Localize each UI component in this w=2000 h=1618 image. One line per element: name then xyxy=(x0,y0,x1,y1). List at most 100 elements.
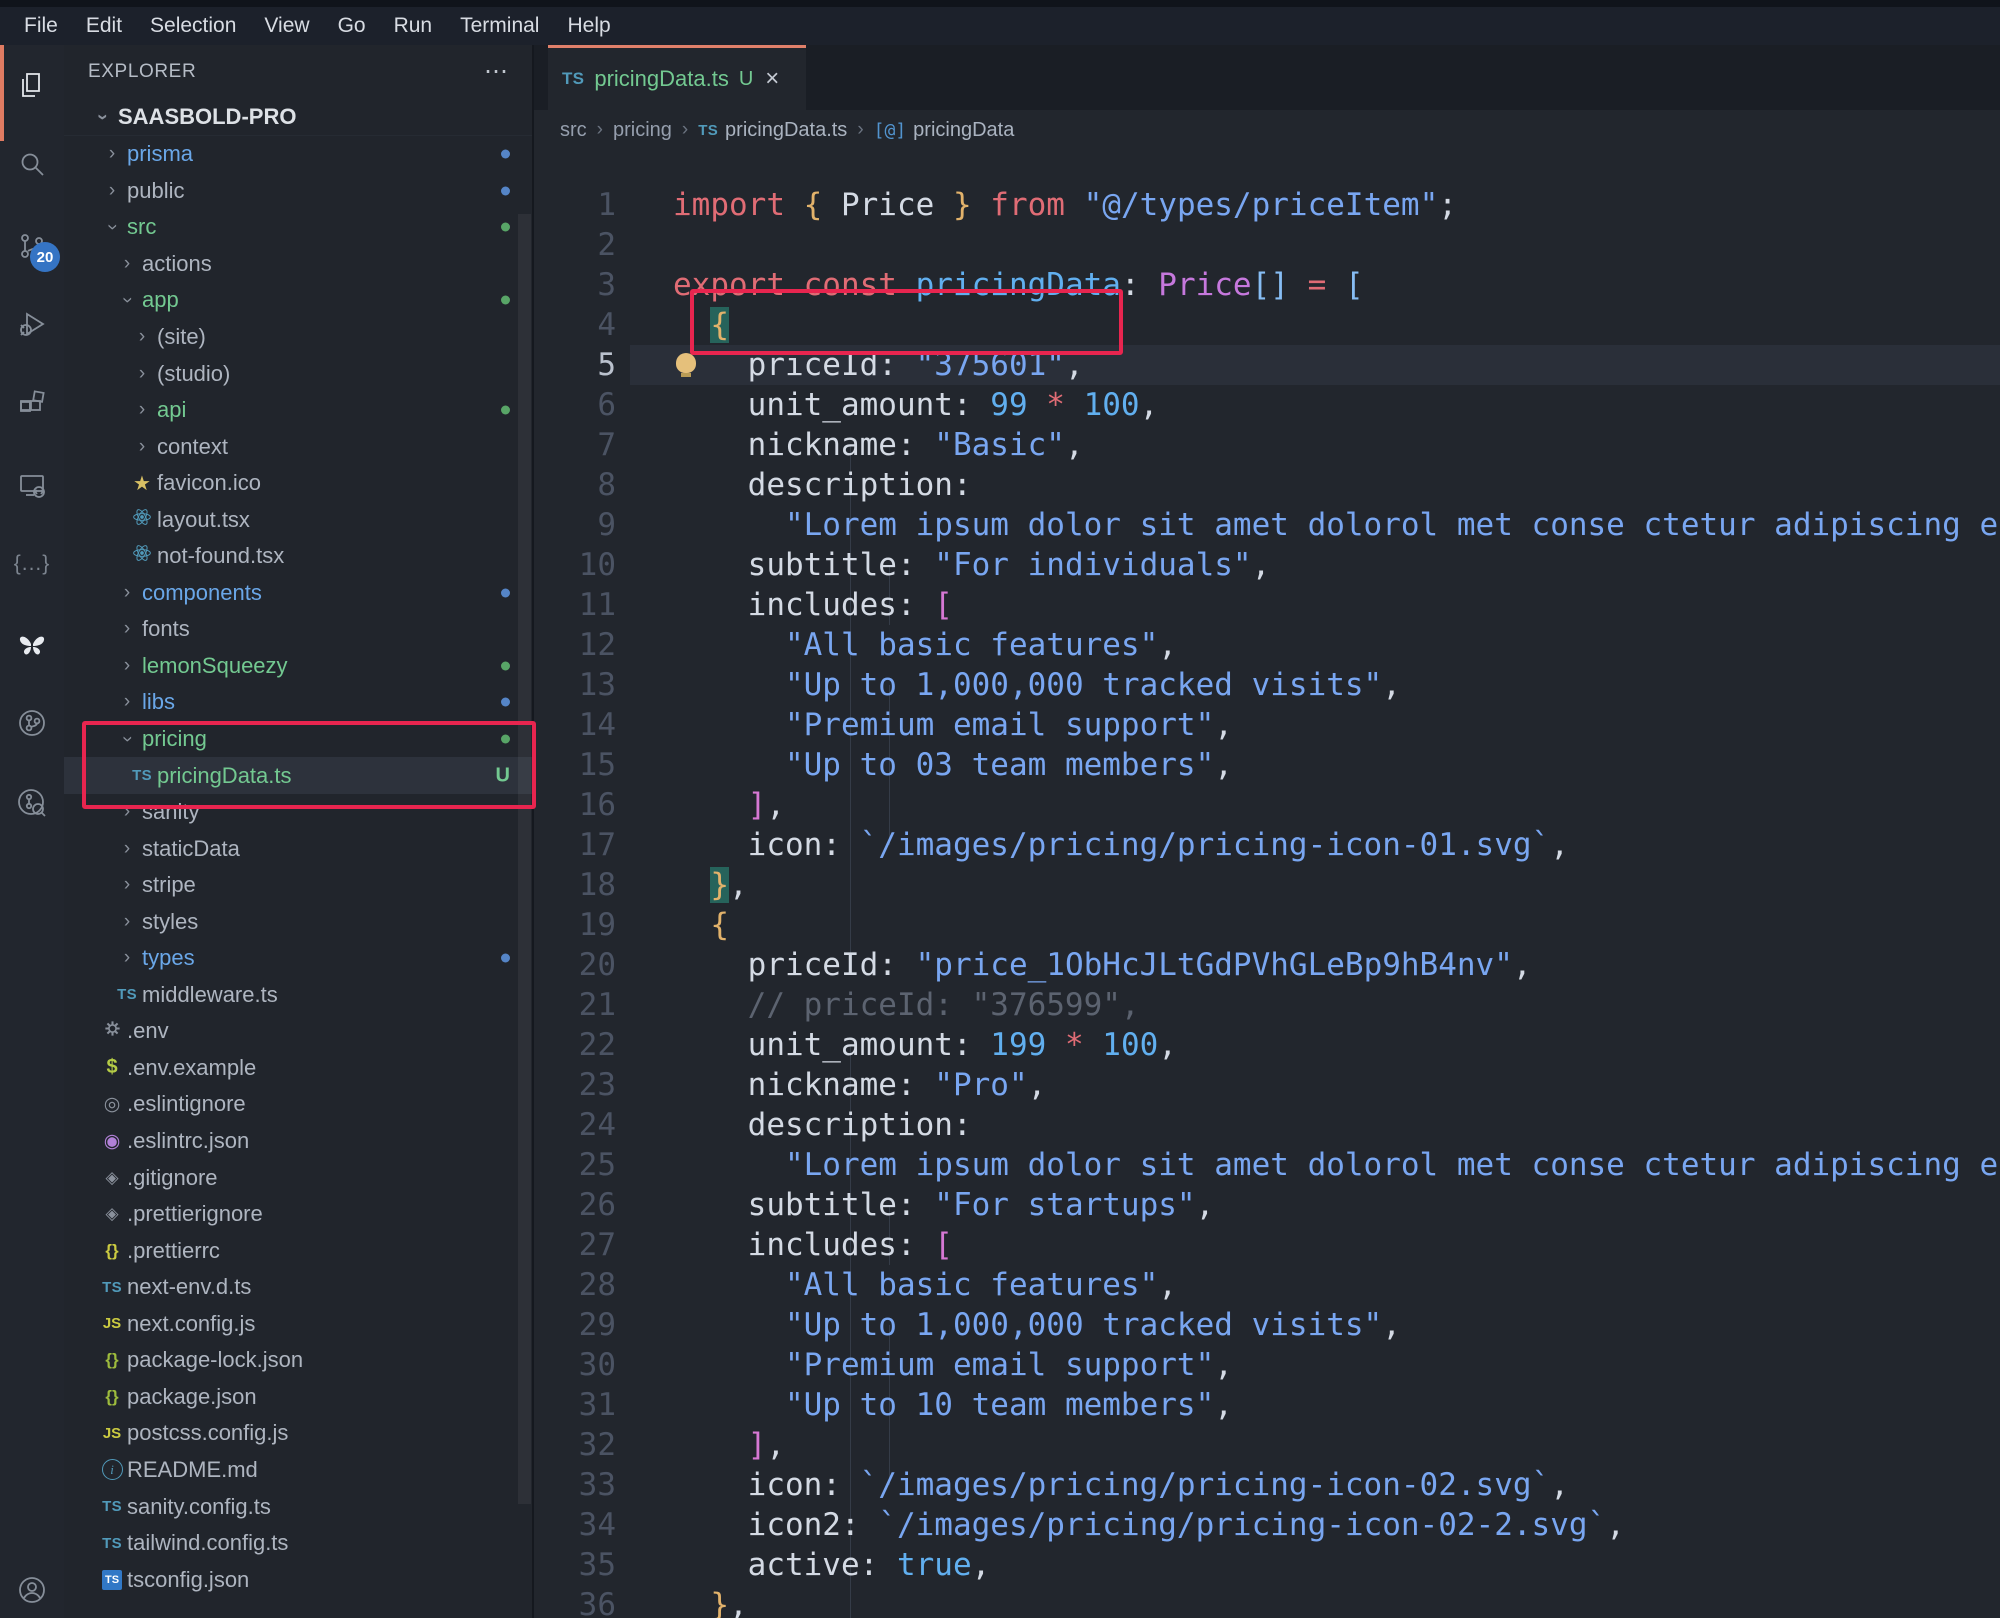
code-line-9[interactable]: "Lorem ipsum dolor sit amet dolorol met … xyxy=(673,505,2000,545)
code-line-23[interactable]: nickname: "Pro", xyxy=(673,1065,2000,1105)
code-line-29[interactable]: "Up to 1,000,000 tracked visits", xyxy=(673,1305,2000,1345)
account-icon[interactable] xyxy=(8,1566,56,1614)
breadcrumb-item-pricingdata[interactable]: [@]pricingData xyxy=(874,119,1015,142)
breadcrumb-item-src[interactable]: src xyxy=(560,119,587,142)
menu-item-selection[interactable]: Selection xyxy=(136,14,250,38)
code-line-27[interactable]: includes: [ xyxy=(673,1225,2000,1265)
tree-item-package-json[interactable]: {}package.json xyxy=(64,1379,532,1416)
activity-item-source-control[interactable]: 20 xyxy=(8,222,56,270)
code-editor[interactable]: 1234567891011121314151617181920212223242… xyxy=(534,140,2000,1618)
tree-item-fonts[interactable]: ›fonts xyxy=(64,611,532,648)
menu-item-go[interactable]: Go xyxy=(324,14,380,38)
tree-item-sanity-config-ts[interactable]: TSsanity.config.ts xyxy=(64,1488,532,1525)
tree-item-components[interactable]: ›components xyxy=(64,575,532,612)
menu-item-view[interactable]: View xyxy=(250,14,323,38)
sidebar-scrollbar[interactable] xyxy=(518,214,531,1504)
activity-item-explorer[interactable] xyxy=(8,61,56,109)
activity-item-extensions[interactable] xyxy=(8,380,56,428)
code-line-16[interactable]: ], xyxy=(673,785,2000,825)
tree-item--eslintignore[interactable]: ◎.eslintignore xyxy=(64,1086,532,1123)
tree-item-favicon-ico[interactable]: ★favicon.ico xyxy=(64,465,532,502)
code-line-28[interactable]: "All basic features", xyxy=(673,1265,2000,1305)
more-actions-icon[interactable]: ⋯ xyxy=(484,67,510,77)
tree-item-postcss-config-js[interactable]: JSpostcss.config.js xyxy=(64,1415,532,1452)
breadcrumb-item-pricing[interactable]: pricing xyxy=(613,119,672,142)
tree-item-package-lock-json[interactable]: {}package-lock.json xyxy=(64,1342,532,1379)
code-line-34[interactable]: icon2: `/images/pricing/pricing-icon-02-… xyxy=(673,1505,2000,1545)
code-line-19[interactable]: { xyxy=(673,905,2000,945)
tree-item-public[interactable]: ›public xyxy=(64,173,532,210)
tree-item-not-found-tsx[interactable]: not-found.tsx xyxy=(64,538,532,575)
code-line-24[interactable]: description: xyxy=(673,1105,2000,1145)
code-line-15[interactable]: "Up to 03 team members", xyxy=(673,745,2000,785)
code-line-12[interactable]: "All basic features", xyxy=(673,625,2000,665)
tree-item-next-env-d-ts[interactable]: TSnext-env.d.ts xyxy=(64,1269,532,1306)
code-line-22[interactable]: unit_amount: 199 * 100, xyxy=(673,1025,2000,1065)
activity-item-search[interactable] xyxy=(8,141,56,189)
code-line-17[interactable]: icon: `/images/pricing/pricing-icon-01.s… xyxy=(673,825,2000,865)
code-line-18[interactable]: }, xyxy=(673,865,2000,905)
tree-item-readme-md[interactable]: iREADME.md xyxy=(64,1452,532,1489)
code-line-11[interactable]: includes: [ xyxy=(673,585,2000,625)
workspace-root-row[interactable]: › SAASBOLD-PRO xyxy=(64,99,532,136)
activity-item-git-graph[interactable] xyxy=(8,699,56,747)
activity-item-butterfly-extension[interactable] xyxy=(8,621,56,669)
code-line-14[interactable]: "Premium email support", xyxy=(673,705,2000,745)
tree-item--env[interactable]: .env xyxy=(64,1013,532,1050)
code-line-8[interactable]: description: xyxy=(673,465,2000,505)
tree-item--studio-[interactable]: ›(studio) xyxy=(64,355,532,392)
tree-item-stripe[interactable]: ›stripe xyxy=(64,867,532,904)
tree-item-next-config-js[interactable]: JSnext.config.js xyxy=(64,1306,532,1343)
tab-pricingdata[interactable]: TS pricingData.ts U × xyxy=(548,45,806,110)
tree-item-tailwind-config-ts[interactable]: TStailwind.config.ts xyxy=(64,1525,532,1562)
tree-item--env-example[interactable]: $.env.example xyxy=(64,1050,532,1087)
tree-item-layout-tsx[interactable]: layout.tsx xyxy=(64,501,532,538)
tree-item-context[interactable]: ›context xyxy=(64,428,532,465)
code-line-13[interactable]: "Up to 1,000,000 tracked visits", xyxy=(673,665,2000,705)
code-line-7[interactable]: nickname: "Basic", xyxy=(673,425,2000,465)
menu-item-help[interactable]: Help xyxy=(553,14,624,38)
code-line-26[interactable]: subtitle: "For startups", xyxy=(673,1185,2000,1225)
tree-item--prettierrc[interactable]: {}.prettierrc xyxy=(64,1232,532,1269)
tree-item-actions[interactable]: ›actions xyxy=(64,246,532,283)
tree-item-types[interactable]: ›types xyxy=(64,940,532,977)
tree-item-api[interactable]: ›api xyxy=(64,392,532,429)
menu-item-run[interactable]: Run xyxy=(380,14,447,38)
code-line-31[interactable]: "Up to 10 team members", xyxy=(673,1385,2000,1425)
tree-item-tsconfig-json[interactable]: TStsconfig.json xyxy=(64,1561,532,1598)
code-line-6[interactable]: unit_amount: 99 * 100, xyxy=(673,385,2000,425)
code-content[interactable]: import { Price } from "@/types/priceItem… xyxy=(673,185,2000,1618)
tree-item--eslintrc-json[interactable]: ◉.eslintrc.json xyxy=(64,1123,532,1160)
tree-item-src[interactable]: ›src xyxy=(64,209,532,246)
tree-item--gitignore[interactable]: ◈.gitignore xyxy=(64,1159,532,1196)
code-line-1[interactable]: import { Price } from "@/types/priceItem… xyxy=(673,185,2000,225)
code-line-10[interactable]: subtitle: "For individuals", xyxy=(673,545,2000,585)
close-icon[interactable]: × xyxy=(765,65,779,93)
tree-item--prettierignore[interactable]: ◈.prettierignore xyxy=(64,1196,532,1233)
code-line-21[interactable]: // priceId: "376599", xyxy=(673,985,2000,1025)
tree-item-middleware-ts[interactable]: TSmiddleware.ts xyxy=(64,977,532,1014)
tree-item--site-[interactable]: ›(site) xyxy=(64,319,532,356)
code-line-20[interactable]: priceId: "price_1ObHcJLtGdPVhGLeBp9hB4nv… xyxy=(673,945,2000,985)
activity-item-run-and-debug[interactable] xyxy=(8,300,56,348)
code-line-35[interactable]: active: true, xyxy=(673,1545,2000,1585)
code-line-32[interactable]: ], xyxy=(673,1425,2000,1465)
breadcrumb-item-pricingdata.ts[interactable]: TSpricingData.ts xyxy=(698,119,847,142)
menu-item-file[interactable]: File xyxy=(10,14,72,38)
activity-item-git-graph-search[interactable] xyxy=(8,779,56,827)
menu-item-edit[interactable]: Edit xyxy=(72,14,136,38)
activity-item-braces-extension[interactable]: {...} xyxy=(8,540,56,588)
tree-item-styles[interactable]: ›styles xyxy=(64,903,532,940)
code-line-36[interactable]: }, xyxy=(673,1585,2000,1618)
tree-item-app[interactable]: ›app xyxy=(64,282,532,319)
activity-item-remote-explorer[interactable] xyxy=(8,461,56,509)
tree-item-prisma[interactable]: ›prisma xyxy=(64,136,532,173)
code-line-30[interactable]: "Premium email support", xyxy=(673,1345,2000,1385)
code-line-2[interactable] xyxy=(673,225,2000,265)
tree-item-staticdata[interactable]: ›staticData xyxy=(64,830,532,867)
tree-item-libs[interactable]: ›libs xyxy=(64,684,532,721)
tree-item-lemonsqueezy[interactable]: ›lemonSqueezy xyxy=(64,648,532,685)
code-line-25[interactable]: "Lorem ipsum dolor sit amet dolorol met … xyxy=(673,1145,2000,1185)
code-line-33[interactable]: icon: `/images/pricing/pricing-icon-02.s… xyxy=(673,1465,2000,1505)
menu-item-terminal[interactable]: Terminal xyxy=(446,14,553,38)
